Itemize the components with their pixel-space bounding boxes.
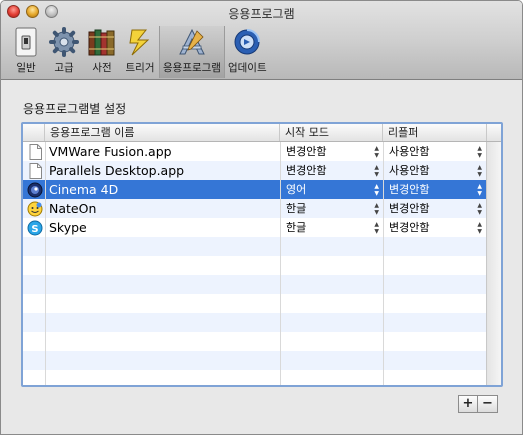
- remove-button[interactable]: −: [478, 395, 498, 413]
- empty-row: [23, 275, 486, 294]
- app-tools-icon: [176, 26, 208, 58]
- section-title: 응용프로그램별 설정: [23, 102, 127, 116]
- toolbar-label: 응용프로그램: [163, 62, 221, 74]
- add-button[interactable]: +: [458, 395, 478, 413]
- cinema4d-icon: [26, 180, 44, 199]
- books-icon: [86, 26, 118, 58]
- column-divider: [383, 142, 384, 385]
- stepper-arrows-icon: ▲ ▼: [374, 221, 379, 235]
- window-title: 응용프로그램: [228, 7, 295, 21]
- empty-row: [23, 237, 486, 256]
- vertical-scrollbar[interactable]: [486, 142, 501, 385]
- toolbar-label: 일반: [16, 62, 36, 74]
- repl-value: 변경안함: [389, 202, 430, 215]
- document-icon: [26, 161, 44, 180]
- nateon-icon: [26, 199, 44, 218]
- app-name: VMWare Fusion.app: [49, 144, 172, 159]
- repl-value: 사용안함: [389, 145, 430, 158]
- repl-select[interactable]: 변경안함 ▲ ▼: [387, 218, 485, 237]
- app-name: Skype: [49, 220, 87, 235]
- preferences-toolbar: 일반 고급 사전 트리거 응용프로그램 업데이트: [7, 26, 270, 78]
- app-name: Parallels Desktop.app: [49, 163, 185, 178]
- repl-value: 변경안함: [389, 183, 430, 196]
- table-row-selected[interactable]: Cinema 4D 영어 ▲ ▼ 변경안함 ▲ ▼: [23, 180, 486, 199]
- app-name: Cinema 4D: [49, 182, 119, 197]
- toolbar-applications[interactable]: 응용프로그램: [159, 26, 225, 78]
- repl-value: 사용안함: [389, 164, 430, 177]
- stepper-arrows-icon: ▲ ▼: [477, 202, 482, 216]
- table-header: 응용프로그램 이름 시작 모드 리플퍼: [23, 124, 501, 142]
- repl-value: 변경안함: [389, 221, 430, 234]
- table-row[interactable]: VMWare Fusion.app 변경안함 ▲ ▼ 사용안함 ▲ ▼: [23, 142, 486, 161]
- app-settings-table[interactable]: 응용프로그램 이름 시작 모드 리플퍼 VMWare Fusion.app 변경…: [21, 122, 503, 387]
- toolbar-label: 트리거: [125, 62, 155, 74]
- column-divider: [45, 142, 46, 385]
- lightning-icon: [124, 26, 156, 58]
- mode-value: 변경안함: [286, 164, 327, 177]
- table-row[interactable]: Parallels Desktop.app 변경안함 ▲ ▼ 사용안함 ▲ ▼: [23, 161, 486, 180]
- toolbar-update[interactable]: 업데이트: [225, 26, 270, 78]
- skype-icon: S: [26, 218, 44, 237]
- repl-select[interactable]: 변경안함 ▲ ▼: [387, 199, 485, 218]
- toolbar-label: 고급: [54, 62, 74, 74]
- gear-icon: [48, 26, 80, 58]
- mode-select[interactable]: 한글 ▲ ▼: [284, 199, 382, 218]
- empty-row: [23, 370, 486, 385]
- table-row[interactable]: S Skype 한글 ▲ ▼ 변경안함 ▲ ▼: [23, 218, 486, 237]
- empty-row: [23, 294, 486, 313]
- column-header-name[interactable]: 응용프로그램 이름: [45, 124, 280, 141]
- toolbar-label: 업데이트: [227, 62, 267, 74]
- mode-value: 영어: [286, 183, 307, 196]
- stepper-arrows-icon: ▲ ▼: [374, 202, 379, 216]
- empty-row: [23, 351, 486, 370]
- toolbar-dictionary[interactable]: 사전: [83, 26, 121, 78]
- mode-select[interactable]: 영어 ▲ ▼: [284, 180, 382, 199]
- mode-select[interactable]: 변경안함 ▲ ▼: [284, 161, 382, 180]
- empty-row: [23, 313, 486, 332]
- toolbar-area: 응용프로그램 일반 고급 사전 트리거 응용프로그램 업데이트: [1, 1, 522, 80]
- app-name: NateOn: [49, 201, 97, 216]
- svg-text:S: S: [31, 224, 38, 235]
- empty-row: [23, 332, 486, 351]
- header-icon-column: [23, 124, 45, 141]
- mode-value: 변경안함: [286, 145, 327, 158]
- mode-value: 한글: [286, 221, 307, 234]
- repl-select[interactable]: 사용안함 ▲ ▼: [387, 161, 485, 180]
- toolbar-label: 사전: [92, 62, 112, 74]
- mode-select[interactable]: 한글 ▲ ▼: [284, 218, 382, 237]
- document-icon: [26, 142, 44, 161]
- toolbar-general[interactable]: 일반: [7, 26, 45, 78]
- column-header-mode[interactable]: 시작 모드: [280, 124, 383, 141]
- toolbar-trigger[interactable]: 트리거: [121, 26, 159, 78]
- mode-select[interactable]: 변경안함 ▲ ▼: [284, 142, 382, 161]
- switch-icon: [10, 26, 42, 58]
- stepper-arrows-icon: ▲ ▼: [374, 145, 379, 159]
- stepper-arrows-icon: ▲ ▼: [374, 183, 379, 197]
- toolbar-advanced[interactable]: 고급: [45, 26, 83, 78]
- stepper-arrows-icon: ▲ ▼: [477, 221, 482, 235]
- stepper-arrows-icon: ▲ ▼: [477, 183, 482, 197]
- add-remove-buttons: + −: [458, 395, 498, 413]
- column-divider: [280, 142, 281, 385]
- update-globe-icon: [231, 26, 263, 58]
- stepper-arrows-icon: ▲ ▼: [477, 145, 482, 159]
- table-row[interactable]: NateOn 한글 ▲ ▼ 변경안함 ▲ ▼: [23, 199, 486, 218]
- empty-row: [23, 256, 486, 275]
- column-header-repl[interactable]: 리플퍼: [383, 124, 487, 141]
- repl-select[interactable]: 변경안함 ▲ ▼: [387, 180, 485, 199]
- repl-select[interactable]: 사용안함 ▲ ▼: [387, 142, 485, 161]
- mode-value: 한글: [286, 202, 307, 215]
- stepper-arrows-icon: ▲ ▼: [374, 164, 379, 178]
- stepper-arrows-icon: ▲ ▼: [477, 164, 482, 178]
- preferences-window: 응용프로그램 일반 고급 사전 트리거 응용프로그램 업데이트 응용프로그램별 …: [0, 0, 523, 435]
